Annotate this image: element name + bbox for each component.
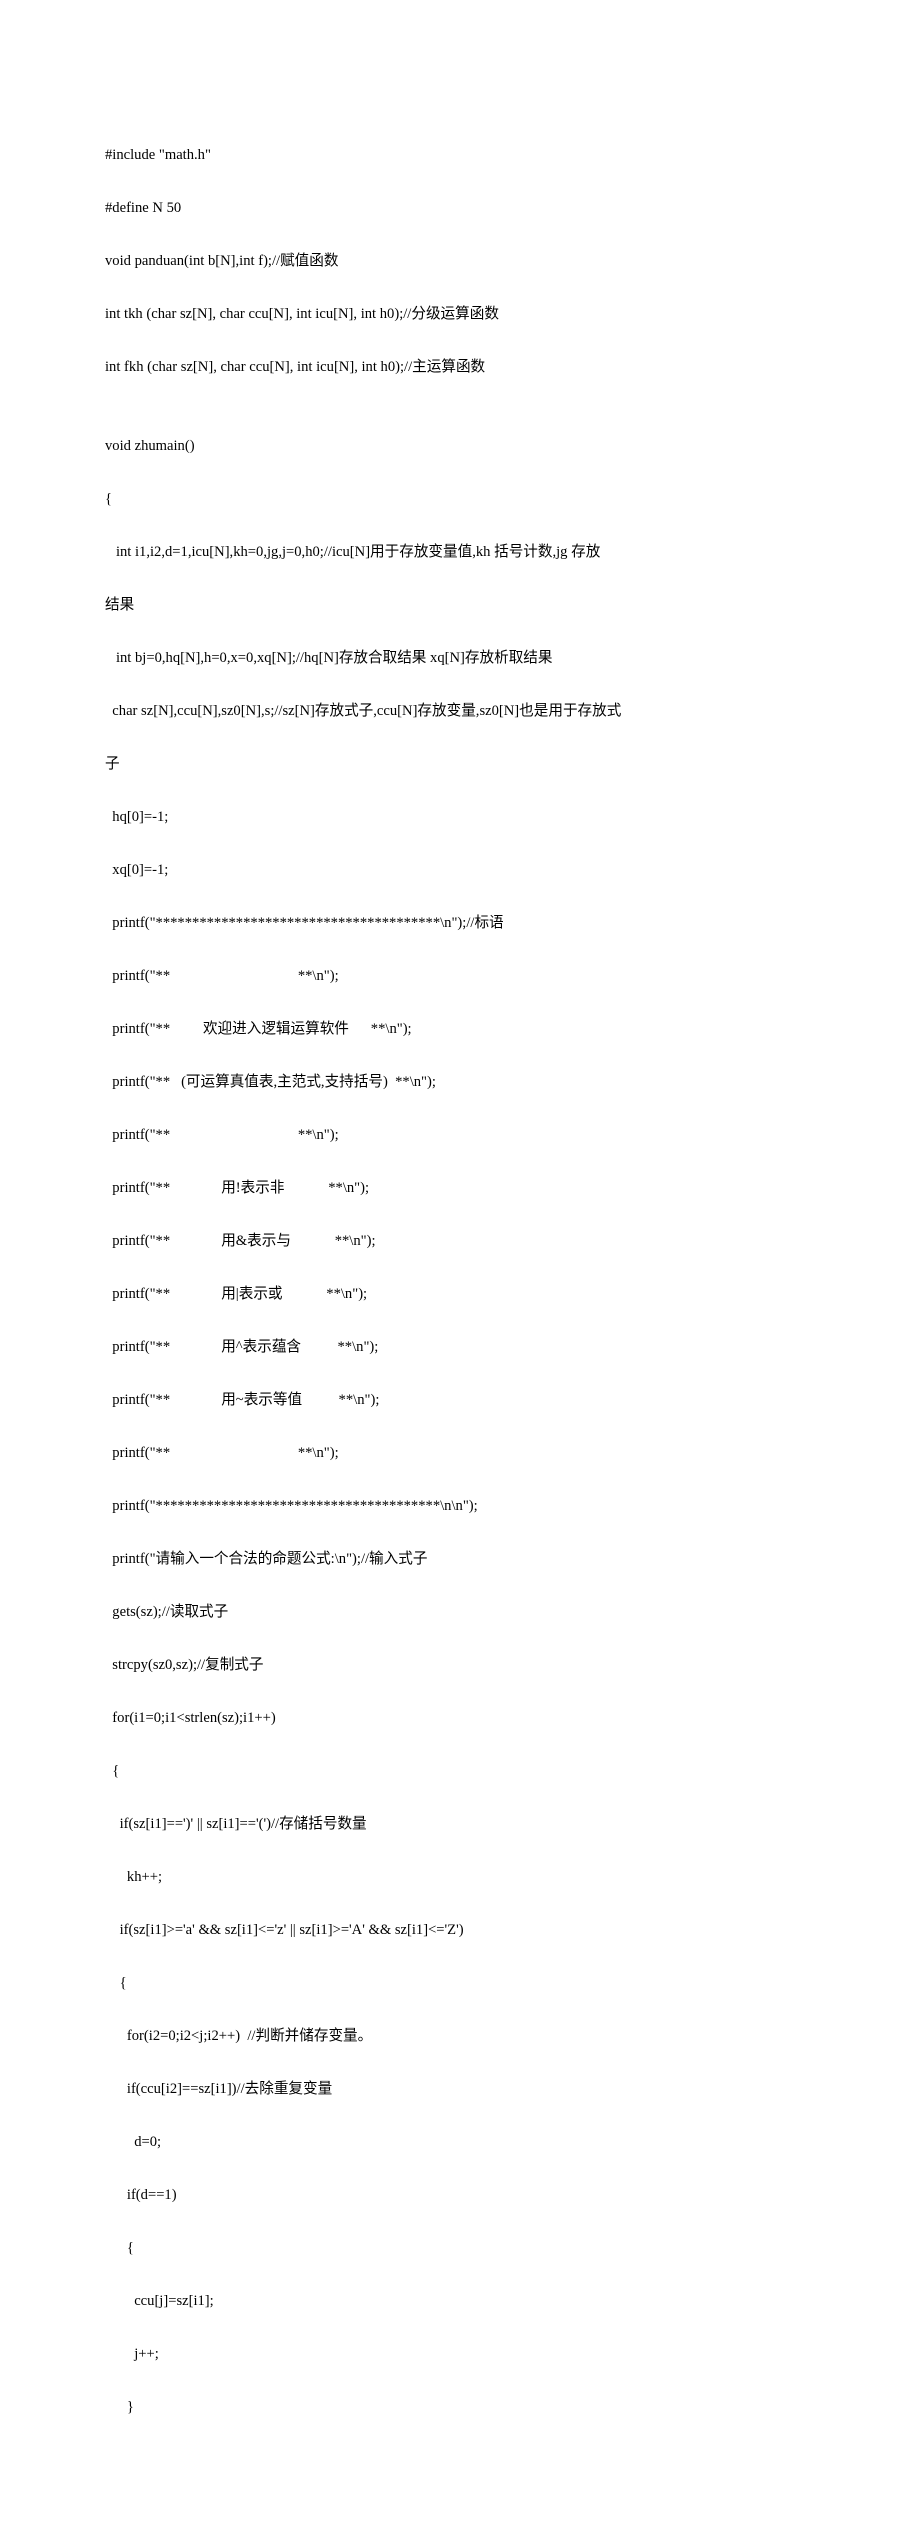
code-line: if(sz[i1]>='a' && sz[i1]<='z' || sz[i1]>… xyxy=(105,1917,815,1944)
code-line: printf("** 用^表示蕴含 **\n"); xyxy=(105,1334,815,1361)
code-line: #include "math.h" xyxy=(105,142,815,169)
code-line: printf("** 用!表示非 **\n"); xyxy=(105,1175,815,1202)
code-line: { xyxy=(105,1970,815,1997)
code-line: printf("** 用|表示或 **\n"); xyxy=(105,1281,815,1308)
code-line: printf("** 欢迎进入逻辑运算软件 **\n"); xyxy=(105,1016,815,1043)
code-line: printf("** 用~表示等值 **\n"); xyxy=(105,1387,815,1414)
code-line: { xyxy=(105,1758,815,1785)
code-line: printf("********************************… xyxy=(105,1493,815,1520)
code-line: printf("** (可运算真值表,主范式,支持括号) **\n"); xyxy=(105,1069,815,1096)
code-line: xq[0]=-1; xyxy=(105,857,815,884)
code-line: int i1,i2,d=1,icu[N],kh=0,jg,j=0,h0;//ic… xyxy=(105,539,815,566)
code-line: hq[0]=-1; xyxy=(105,804,815,831)
code-line: for(i1=0;i1<strlen(sz);i1++) xyxy=(105,1705,815,1732)
code-line: { xyxy=(105,2235,815,2262)
code-line: for(i2=0;i2<j;i2++) //判断并储存变量。 xyxy=(105,2023,815,2050)
code-line: d=0; xyxy=(105,2129,815,2156)
code-line: if(d==1) xyxy=(105,2182,815,2209)
code-line: char sz[N],ccu[N],sz0[N],s;//sz[N]存放式子,c… xyxy=(105,698,815,725)
code-line: { xyxy=(105,486,815,513)
code-line: if(ccu[i2]==sz[i1])//去除重复变量 xyxy=(105,2076,815,2103)
code-line: int fkh (char sz[N], char ccu[N], int ic… xyxy=(105,354,815,381)
code-line: printf("请输入一个合法的命题公式:\n");//输入式子 xyxy=(105,1546,815,1573)
code-line: printf("** 用&表示与 **\n"); xyxy=(105,1228,815,1255)
code-line: strcpy(sz0,sz);//复制式子 xyxy=(105,1652,815,1679)
code-line: int bj=0,hq[N],h=0,x=0,xq[N];//hq[N]存放合取… xyxy=(105,645,815,672)
code-line: 子 xyxy=(105,751,815,778)
code-line: printf("** **\n"); xyxy=(105,1122,815,1149)
code-line: void panduan(int b[N],int f);//赋值函数 xyxy=(105,248,815,275)
code-line: printf("********************************… xyxy=(105,910,815,937)
code-line: if(sz[i1]==')' || sz[i1]=='(')//存储括号数量 xyxy=(105,1811,815,1838)
code-line: j++; xyxy=(105,2341,815,2368)
document-page: #include "math.h" #define N 50 void pand… xyxy=(0,0,920,2527)
code-line: int tkh (char sz[N], char ccu[N], int ic… xyxy=(105,301,815,328)
code-line: printf("** **\n"); xyxy=(105,963,815,990)
code-line: void zhumain() xyxy=(105,433,815,460)
code-line: kh++; xyxy=(105,1864,815,1891)
code-line: } xyxy=(105,2394,815,2421)
code-line: 结果 xyxy=(105,592,815,619)
code-line: printf("** **\n"); xyxy=(105,1440,815,1467)
code-line: gets(sz);//读取式子 xyxy=(105,1599,815,1626)
code-line: #define N 50 xyxy=(105,195,815,222)
code-line: ccu[j]=sz[i1]; xyxy=(105,2288,815,2315)
